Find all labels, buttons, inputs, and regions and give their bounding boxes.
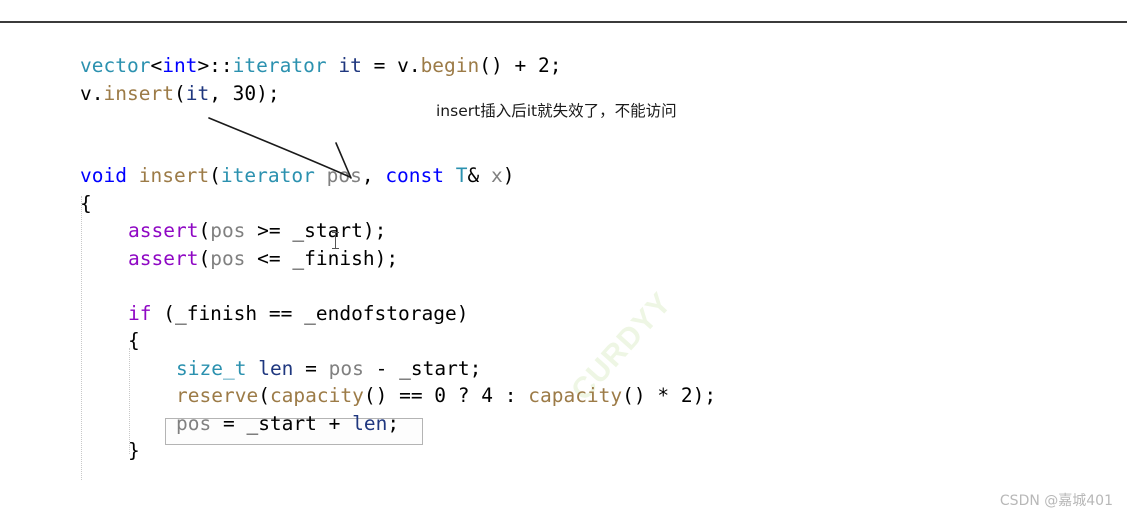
code-token: it (338, 54, 362, 77)
code-line: { (0, 327, 1127, 355)
code-token: v (80, 81, 92, 105)
code-token: () == 0 ? 4 : (363, 384, 529, 407)
code-token: ( (173, 81, 186, 105)
code-token: . (91, 81, 104, 105)
top-divider-rule (0, 21, 1127, 23)
code-token: & (467, 164, 491, 187)
code-token: () + 2; (479, 54, 562, 77)
code-token: len (352, 411, 388, 435)
code-token: pos (210, 246, 246, 270)
code-token: ; (387, 411, 400, 435)
code-line: pos = _start + len; (0, 410, 1127, 438)
code-token: { (80, 191, 92, 215)
code-token: = _start + (211, 411, 353, 435)
code-line: } (0, 437, 1127, 465)
code-token: v (397, 54, 409, 77)
code-line: assert(pos >= _start); (0, 217, 1127, 245)
code-token: vector (80, 54, 151, 77)
code-token: (_finish == _endofstorage) (151, 301, 469, 325)
code-token: pos (176, 411, 212, 435)
code-token: , 30); (209, 81, 280, 105)
annotation-note: insert插入后it就失效了，不能访问 (436, 102, 677, 120)
code-token: iterator (232, 54, 327, 77)
code-line: assert(pos <= _finish); (0, 245, 1127, 273)
csdn-watermark: CSDN @嘉城401 (999, 493, 1113, 509)
code-token: ( (258, 384, 270, 407)
code-token: assert (128, 219, 199, 242)
code-token: it (185, 81, 210, 105)
code-token: const (385, 164, 445, 187)
code-token: . (408, 54, 421, 77)
code-token: begin (420, 54, 480, 77)
code-token: = (361, 54, 398, 77)
code-token: size_t (176, 356, 247, 380)
code-token: if (128, 301, 152, 325)
code-token: capacity (528, 384, 623, 407)
code-token: <= _finish); (245, 246, 399, 270)
code-token: void (80, 164, 127, 187)
code-token: ) (502, 164, 515, 187)
code-token: - _start; (363, 356, 482, 380)
code-token: ( (198, 219, 211, 242)
code-token: int (162, 54, 198, 77)
code-token: pos (210, 219, 246, 242)
code-line: { (0, 190, 1127, 218)
code-token: } (128, 439, 140, 462)
code-token: >:: (197, 54, 233, 77)
code-token: x (491, 164, 503, 187)
code-token: assert (128, 246, 199, 270)
code-token: pos (326, 164, 362, 187)
code-token: insert (103, 81, 174, 105)
code-token: () * 2); (622, 384, 717, 407)
code-token: T (455, 164, 468, 187)
code-token: ( (209, 164, 221, 187)
code-token: pos (328, 356, 364, 380)
code-line: size_t len = pos - _start; (0, 355, 1127, 383)
code-token: < (150, 54, 163, 77)
code-token: reserve (176, 384, 259, 407)
code-line: reserve(capacity() == 0 ? 4 : capacity()… (0, 382, 1127, 410)
code-line: vector<int>::iterator it = v.begin() + 2… (0, 52, 1127, 80)
code-token: ( (198, 246, 211, 270)
code-token: insert (138, 164, 210, 187)
code-token: capacity (269, 384, 364, 407)
code-line: void insert(iterator pos, const T& x) (0, 162, 1127, 190)
text-caret (332, 232, 339, 249)
code-token: len (258, 356, 294, 380)
code-token: , (361, 164, 386, 187)
code-token: = (293, 356, 329, 380)
code-token: >= _start); (245, 219, 387, 242)
code-token: iterator (220, 164, 315, 187)
code-token: { (128, 329, 140, 352)
code-line: if (_finish == _endofstorage) (0, 300, 1127, 328)
